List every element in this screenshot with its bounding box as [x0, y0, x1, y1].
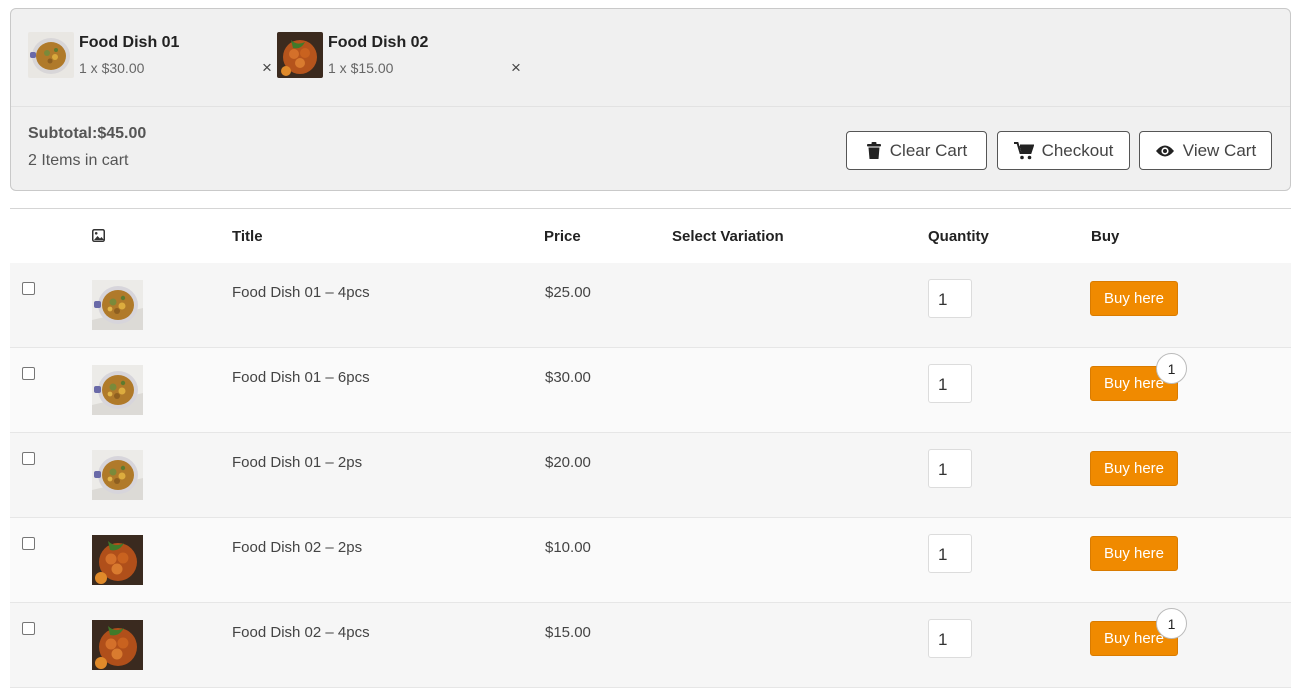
quantity-input[interactable]: 1 [928, 534, 972, 573]
cart-icon [1013, 141, 1034, 160]
product-title[interactable]: Food Dish 02 – 2ps [232, 539, 362, 556]
cart-subtotal: Subtotal:$45.00 [28, 125, 147, 142]
mini-cart-item-name[interactable]: Food Dish 01 [79, 34, 179, 52]
product-price: $15.00 [545, 624, 591, 641]
table-row: Food Dish 02 – 4pcs $15.00 1 Buy here 1 [10, 603, 1291, 688]
product-price: $30.00 [545, 369, 591, 386]
trash-icon [866, 141, 882, 160]
quantity-input[interactable]: 1 [928, 279, 972, 318]
mini-cart-panel: Food Dish 01 1 x $30.00 × Food Dish 02 1… [10, 8, 1291, 191]
remove-item-icon[interactable]: × [511, 59, 521, 76]
product-title[interactable]: Food Dish 01 – 2ps [232, 454, 362, 471]
table-row: Food Dish 01 – 2ps $20.00 1 Buy here [10, 433, 1291, 518]
curry-bowl-image[interactable] [92, 450, 143, 500]
product-price: $20.00 [545, 454, 591, 471]
clear-cart-button[interactable]: Clear Cart [846, 131, 987, 170]
curry-bowl-image[interactable] [28, 32, 74, 78]
row-select-checkbox[interactable] [22, 452, 35, 465]
quantity-input[interactable]: 1 [928, 449, 972, 488]
product-title[interactable]: Food Dish 01 – 4pcs [232, 284, 370, 301]
meatball-dish-image[interactable] [277, 32, 323, 78]
meatball-dish-image[interactable] [92, 535, 143, 585]
view-cart-button[interactable]: View Cart [1139, 131, 1272, 170]
eye-icon [1155, 144, 1175, 158]
column-header-variation: Select Variation [672, 228, 784, 245]
image-icon [92, 229, 105, 246]
row-select-checkbox[interactable] [22, 537, 35, 550]
in-cart-count-badge: 1 [1156, 608, 1187, 639]
clear-cart-label: Clear Cart [889, 140, 968, 160]
checkout-button[interactable]: Checkout [997, 131, 1130, 170]
view-cart-label: View Cart [1182, 140, 1257, 160]
buy-here-button[interactable]: Buy here [1090, 281, 1178, 316]
meatball-dish-image[interactable] [92, 620, 143, 670]
product-price: $10.00 [545, 539, 591, 556]
table-row: Food Dish 02 – 2ps $10.00 1 Buy here [10, 518, 1291, 603]
checkout-label: Checkout [1041, 140, 1114, 160]
quantity-input[interactable]: 1 [928, 364, 972, 403]
column-header-price[interactable]: Price [544, 228, 581, 245]
row-select-checkbox[interactable] [22, 282, 35, 295]
product-title[interactable]: Food Dish 02 – 4pcs [232, 624, 370, 641]
quantity-input[interactable]: 1 [928, 619, 972, 658]
mini-cart-item-name[interactable]: Food Dish 02 [328, 34, 428, 52]
in-cart-count-badge: 1 [1156, 353, 1187, 384]
table-row: Food Dish 01 – 6pcs $30.00 1 Buy here 1 [10, 348, 1291, 433]
column-header-title[interactable]: Title [232, 228, 263, 245]
column-header-buy: Buy [1091, 228, 1120, 245]
buy-here-button[interactable]: Buy here [1090, 536, 1178, 571]
mini-cart-item-qty-price: 1 x $30.00 [79, 60, 145, 76]
cart-items-count: 2 Items in cart [28, 152, 129, 169]
table-top-border [10, 208, 1291, 209]
table-row: Food Dish 01 – 4pcs $25.00 1 Buy here [10, 263, 1291, 348]
product-price: $25.00 [545, 284, 591, 301]
mini-cart-items: Food Dish 01 1 x $30.00 × Food Dish 02 1… [11, 9, 1290, 107]
product-title[interactable]: Food Dish 01 – 6pcs [232, 369, 370, 386]
column-header-quantity: Quantity [928, 228, 989, 245]
curry-bowl-image[interactable] [92, 280, 143, 330]
mini-cart-item-qty-price: 1 x $15.00 [328, 60, 394, 76]
curry-bowl-image[interactable] [92, 365, 143, 415]
buy-here-button[interactable]: Buy here [1090, 451, 1178, 486]
row-select-checkbox[interactable] [22, 367, 35, 380]
row-select-checkbox[interactable] [22, 622, 35, 635]
remove-item-icon[interactable]: × [262, 59, 272, 76]
